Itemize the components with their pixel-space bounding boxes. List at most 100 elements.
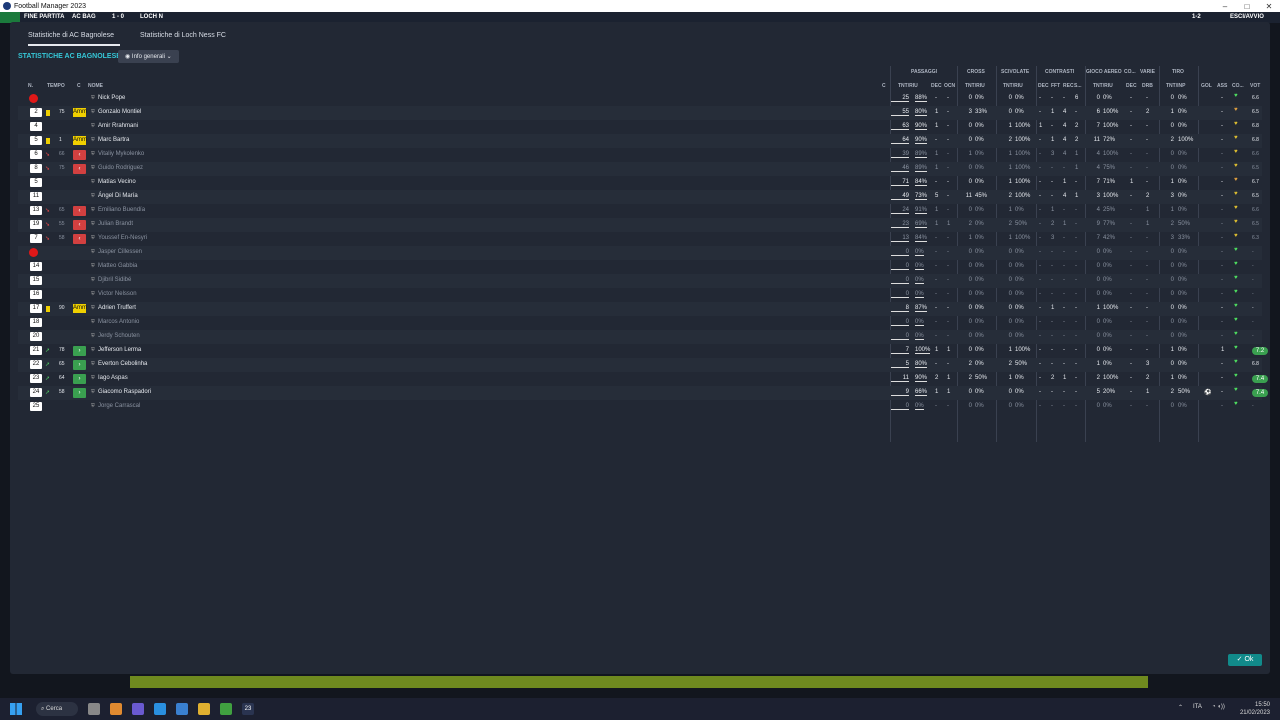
- col-ocn[interactable]: OCN: [944, 83, 955, 89]
- pass-completion: 88%: [915, 95, 928, 102]
- table-row[interactable]: 18 ⛨ Marcos Antonio 0 0% - -0 0% 0 0% - - - -0 0% - -0 0%…: [18, 316, 1262, 330]
- duels-s: -: [1075, 263, 1077, 269]
- dribbles: -: [1146, 319, 1148, 325]
- group-header-scivolate: SCIVOLATE: [1001, 69, 1030, 75]
- table-row[interactable]: ⛨ Nick Pope 25 88% - -0 0% 0 0% - - -6 0 0% - -0 0% - ♥ 6.6: [18, 92, 1262, 106]
- cross-attempts: 0: [968, 123, 972, 129]
- col-gol[interactable]: GOL: [1201, 83, 1212, 89]
- exit-chip[interactable]: ESCI/AVVIO: [1230, 14, 1264, 20]
- col-fft[interactable]: FFT: [1051, 83, 1060, 89]
- minimize-button[interactable]: –: [1214, 2, 1236, 11]
- cross-attempts: 2: [968, 221, 972, 227]
- shots-on-target: 0%: [1178, 319, 1187, 325]
- windows-start-icon[interactable]: [10, 703, 22, 715]
- aerial-dec: -: [1130, 361, 1132, 367]
- table-row[interactable]: 23 ➚ 64 › ⛨ Iago Aspas 11 90% 2 1 2 50% 1 0% -2 1-2 100%…: [18, 372, 1268, 386]
- minute: 75: [59, 109, 65, 115]
- language-indicator[interactable]: ITA: [1193, 704, 1202, 710]
- table-row[interactable]: 24 ➚ 58 › ⛨ Giacomo Raspadori 9 66% 1 1 0 0% 0 0% - - - -…: [18, 386, 1268, 400]
- col-nome[interactable]: NOME: [88, 83, 103, 89]
- condition-heart-icon: ♥: [1234, 345, 1238, 351]
- col-c[interactable]: C: [77, 83, 81, 89]
- col-vot[interactable]: VOT: [1250, 83, 1260, 89]
- col-drb[interactable]: DRB: [1142, 83, 1153, 89]
- table-row[interactable]: 17 90 Amm ⛨ Adrien Truffert 8 87% - -0 0% 0 0% -1- -1…: [18, 302, 1262, 316]
- table-row[interactable]: 7 ➘ 58 ‹ ⛨ Youssef En-Nesyri 13 84% - -1 0% 1 100% -3…: [18, 232, 1262, 246]
- table-row[interactable]: 21 ➚ 78 › ⛨ Jefferson Lerma 7 100% 1 1 0 0% 1 100% - - -…: [18, 344, 1268, 358]
- window-titlebar: Football Manager 2023 – □ ✕: [0, 0, 1280, 12]
- table-row[interactable]: 20 ⛨ Jerdy Schouten 0 0% - -0 0% 0 0% - - - -0 0% - -0 0%…: [18, 330, 1262, 344]
- col-ass[interactable]: ASS: [1217, 83, 1227, 89]
- tackle-completion: 100%: [1015, 193, 1031, 199]
- football-manager-icon[interactable]: 23: [242, 703, 254, 715]
- shots: 0: [1170, 123, 1174, 129]
- table-row[interactable]: 8 ➘ 75 ‹ ⛨ Guido Rodriguez 46 89% 1-0 0% 1 100% - - -1…: [18, 162, 1262, 176]
- maximize-button[interactable]: □: [1236, 2, 1258, 11]
- duels-dec: 1: [1039, 123, 1043, 129]
- table-row[interactable]: 6 ➘ 66 ‹ ⛨ Vitaliy Mykolenko 39 89% 1-1 0% 1 100% -3…: [18, 148, 1262, 162]
- clock[interactable]: 15:50 21/02/2023: [1240, 701, 1270, 717]
- table-row[interactable]: ⛨ Jasper Cillessen 0 0% - -0 0% 0 0% - - - -0 0% - -0 0%…: [18, 246, 1262, 260]
- shirt-number: 6: [30, 150, 42, 159]
- col-tempo[interactable]: TEMPO: [47, 83, 65, 89]
- table-row[interactable]: 19 ➘ 55 ‹ ⛨ Julian Brandt 23 69% 1 1 2 0% 2 50% -2 1-9 7…: [18, 218, 1262, 232]
- folder-icon[interactable]: [198, 703, 210, 715]
- tackle-attempts: 2: [1008, 361, 1012, 367]
- dribbles: 1: [1146, 389, 1150, 395]
- col-rec[interactable]: REC: [1063, 83, 1074, 89]
- view-dropdown[interactable]: ◉ Info generali ⌄: [118, 50, 179, 63]
- table-row[interactable]: 5 ⛨ Matías Vecino 71 84% - -0 0% 1 100% - -1-7 71% 1-…: [18, 176, 1262, 190]
- away-team-chip: LOCH N: [140, 14, 163, 20]
- assists: -: [1221, 193, 1223, 199]
- col-c2[interactable]: C: [882, 83, 886, 89]
- teams-icon[interactable]: [132, 703, 144, 715]
- table-row[interactable]: 16 ⛨ Victor Nelsson 0 0% - -0 0% 0 0% - - - -0 0% - -0 0%…: [18, 288, 1262, 302]
- col-sciv-tnt[interactable]: TNT/RIU: [1003, 83, 1023, 89]
- col-cross-tnt[interactable]: TNT/RIU: [965, 83, 985, 89]
- table-row[interactable]: 13 ➘ 65 ‹ ⛨ Emiliano Buendía 24 91% 1-0 0% 1 0% -1- -…: [18, 204, 1262, 218]
- tab-home-stats[interactable]: Statistiche di AC Bagnolese: [28, 32, 120, 46]
- chrome-icon[interactable]: [220, 703, 232, 715]
- match-rating: 6.5: [1252, 109, 1259, 115]
- table-row[interactable]: 5 1 Amm ⛨ Marc Bartra 64 90% - -0 0% 2 100% -1 4 2 11 72…: [18, 134, 1262, 148]
- col-tiro-tnt[interactable]: TNT/INP: [1166, 83, 1185, 89]
- tackle-attempts: 0: [1008, 333, 1012, 339]
- condition-heart-icon: ♥: [1234, 177, 1238, 183]
- network-icon[interactable]: ◔ ◖)): [1212, 704, 1225, 710]
- table-row[interactable]: 25 ⛨ Jorge Carrascal 0 0% - -0 0% 0 0% - - - -0 0% - -0 0…: [18, 400, 1262, 414]
- aerial-attempts: 2: [1096, 375, 1100, 381]
- chevron-up-icon[interactable]: ⌃: [1178, 704, 1183, 711]
- table-row[interactable]: 14 ⛨ Matteo Gabbia 0 0% - -0 0% 0 0% - - - -0 0% - -0 0% -…: [18, 260, 1262, 274]
- table-row[interactable]: 22 ➚ 65 › ⛨ Everton Cebolinha 5 80% - -2 0% 2 50% - - -…: [18, 358, 1262, 372]
- cross-attempts: 0: [968, 165, 972, 171]
- col-dec[interactable]: DEC: [931, 83, 942, 89]
- tackle-completion: 0%: [1015, 375, 1024, 381]
- col-co2[interactable]: CO...: [1232, 83, 1244, 89]
- table-row[interactable]: 2 75 Amm ⛨ Gonzalo Montiel 55 80% 1-3 33% 0 0% -1 4-…: [18, 106, 1262, 120]
- table-row[interactable]: 4 ⛨ Amir Rrahmani 63 90% 1-0 0% 1 100% 1-4 2 7 100% -…: [18, 120, 1262, 134]
- table-row[interactable]: 15 ⛨ Djibril Sidibé 0 0% - -0 0% 0 0% - - - -0 0% - -0 0%…: [18, 274, 1262, 288]
- col-aereo-tnt[interactable]: TNT/RIU: [1093, 83, 1113, 89]
- close-button[interactable]: ✕: [1258, 2, 1280, 11]
- col-pass-tnt[interactable]: TNT/RIU: [898, 83, 918, 89]
- col-cdec[interactable]: DEC: [1038, 83, 1049, 89]
- player-name: Djibril Sidibé: [98, 277, 132, 283]
- shirt-number: 24: [30, 388, 42, 397]
- col-s[interactable]: S...: [1074, 83, 1082, 89]
- aerial-completion: 0%: [1103, 361, 1112, 367]
- aerial-completion: 100%: [1103, 193, 1119, 199]
- ok-button[interactable]: ✓ Ok: [1228, 654, 1262, 666]
- tab-away-stats[interactable]: Statistiche di Loch Ness FC: [140, 32, 226, 46]
- col-n[interactable]: N.: [28, 83, 33, 89]
- shots-on-target: 0%: [1178, 207, 1187, 213]
- col-adec[interactable]: DEC: [1126, 83, 1137, 89]
- edge-icon[interactable]: [154, 703, 166, 715]
- task-view-icon[interactable]: [88, 703, 100, 715]
- duels-s: -: [1075, 207, 1077, 213]
- tackle-attempts: 1: [1008, 151, 1012, 157]
- table-row[interactable]: 11 ⛨ Ángel Di María 49 73% 5-11 45% 2 100% - -4 1 3 1…: [18, 190, 1262, 204]
- taskbar-search[interactable]: ⌕ Cerca: [36, 702, 78, 716]
- widgets-icon[interactable]: [110, 703, 122, 715]
- store-icon[interactable]: [176, 703, 188, 715]
- decisive-passes: 2: [935, 375, 939, 381]
